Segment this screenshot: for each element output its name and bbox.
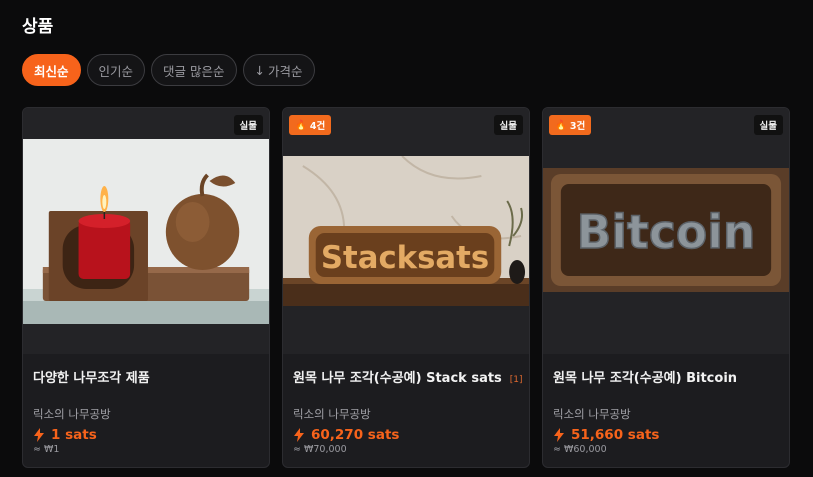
seller-name: 릭소의 나무공방 [33,407,111,421]
fire-icon: 🔥 [555,119,567,131]
price-fiat: ≈ ₩60,000 [553,444,607,455]
lightning-icon [554,428,564,442]
product-image: 🔥 4건 실물 Stacksats [283,108,529,354]
product-card[interactable]: 🔥 4건 실물 Stacksats 원목 나무 조각(수공예) Stack sat… [282,107,530,468]
stacksats-wood-sign-image: Stacksats [283,156,529,306]
product-card[interactable]: 실물 다양한 나무조각 제품 릭소의 나무공방 1 sats ≈ ₩1 [22,107,270,468]
product-name: 원목 나무 조각(수공예) Bitcoin [553,371,738,386]
product-name: 다양한 나무조각 제품 [33,371,150,386]
lightning-icon [294,428,304,442]
product-image: 실물 [23,108,269,354]
product-type-badge: 실물 [753,115,783,135]
wooden-candle-holder-apple-image [23,139,269,324]
page-title: 상품 [22,17,54,37]
stacksats-carved-text: Stacksats [321,240,489,276]
product-card[interactable]: 🔥 3건 실물 Bitcoin 원목 나무 조각(수공예) Bitcoin 릭소의… [542,107,790,468]
bitcoin-wood-sign-image: Bitcoin [543,168,789,292]
product-image: 🔥 3건 실물 Bitcoin [543,108,789,354]
product-name: 원목 나무 조각(수공예) Stack sats [1] [293,371,523,386]
order-count-badge: 🔥 4건 [289,115,332,135]
sort-price-chip[interactable]: ↓ 가격순 [242,54,315,86]
sort-latest-chip[interactable]: 최신순 [22,54,81,86]
arrow-down-icon: ↓ [254,62,265,78]
product-type-badge: 실물 [233,115,263,135]
sort-filter-bar: 최신순 인기순 댓글 많은순 ↓ 가격순 [22,54,315,86]
lightning-icon [34,428,44,442]
sort-price-label: 가격순 [268,63,303,79]
seller-name: 릭소의 나무공방 [553,407,631,421]
product-type-badge: 실물 [493,115,523,135]
sort-popular-chip[interactable]: 인기순 [86,54,146,86]
fire-icon: 🔥 [295,119,307,131]
comment-count: [1] [509,375,523,385]
product-grid: 실물 다양한 나무조각 제품 릭소의 나무공방 1 sats ≈ ₩1 🔥 4건… [22,107,790,468]
price-sats: 51,660 sats [553,427,779,443]
price-fiat: ≈ ₩1 [33,444,60,455]
bitcoin-carved-text: Bitcoin [577,205,756,259]
seller-name: 릭소의 나무공방 [293,407,371,421]
order-count-badge: 🔥 3건 [549,115,592,135]
price-sats: 1 sats [33,427,259,443]
sort-most-comments-chip[interactable]: 댓글 많은순 [151,54,237,86]
price-sats: 60,270 sats [293,427,519,443]
price-fiat: ≈ ₩70,000 [293,444,347,455]
